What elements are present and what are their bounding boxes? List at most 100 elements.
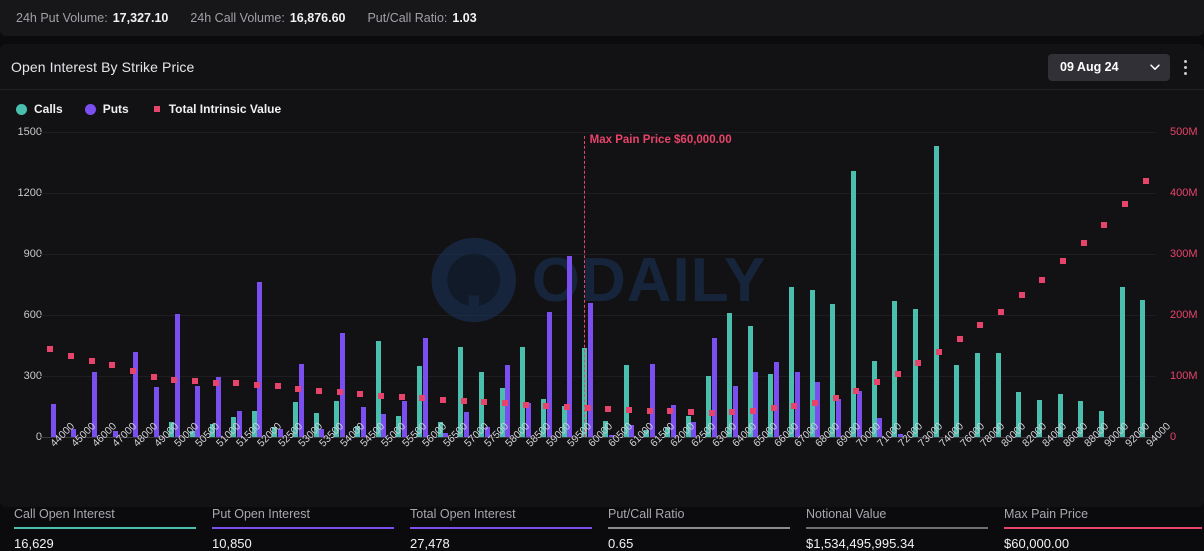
volume-stat-value: 16,876.60 [289,11,346,25]
intrinsic-value-point[interactable] [750,407,756,414]
summary-stat-rule [212,527,394,529]
intrinsic-value-point[interactable] [832,394,839,401]
summary-stat: Total Open Interest 27,478 [396,507,594,551]
chart-legend: Calls Puts Total Intrinsic Value [16,102,303,116]
intrinsic-value-point[interactable] [1018,292,1025,299]
legend-item-total-intrinsic-value[interactable]: Total Intrinsic Value [151,102,281,116]
intrinsic-value-point[interactable] [584,404,591,411]
intrinsic-value-point[interactable] [88,358,95,365]
bar-calls[interactable] [892,301,898,437]
intrinsic-value-point[interactable] [729,409,736,415]
summary-stat-label: Call Open Interest [14,507,115,521]
intrinsic-value-point[interactable] [316,387,322,394]
intrinsic-value-point[interactable] [274,383,281,390]
intrinsic-value-point[interactable] [419,394,426,401]
intrinsic-value-point[interactable] [1122,200,1128,207]
intrinsic-value-point[interactable] [564,404,570,411]
intrinsic-value-point[interactable] [812,399,818,406]
bar-calls[interactable] [933,145,939,437]
legend-item-calls[interactable]: Calls [16,102,63,116]
intrinsic-value-point[interactable] [150,373,157,380]
intrinsic-value-point[interactable] [295,385,302,392]
intrinsic-value-point[interactable] [440,396,446,403]
intrinsic-value-point[interactable] [646,407,653,414]
summary-stat-value: 27,478 [410,536,450,551]
bar-puts[interactable] [257,282,263,437]
intrinsic-value-point[interactable] [192,377,198,384]
bar-puts[interactable] [340,332,346,437]
summary-stat-label: Max Pain Price [1004,507,1089,521]
bar-calls[interactable] [809,289,815,437]
intrinsic-value-point[interactable] [1142,177,1149,184]
intrinsic-value-point[interactable] [1101,221,1108,228]
max-pain-label: Max Pain Price $60,000.00 [589,134,732,146]
bar-puts[interactable] [712,337,718,437]
volume-stat-value: 1.03 [452,11,477,25]
intrinsic-value-point[interactable] [68,352,74,359]
bar-puts[interactable] [546,312,552,437]
intrinsic-value-point[interactable] [791,402,798,409]
bar-puts[interactable] [174,314,180,437]
intrinsic-value-point[interactable] [522,401,529,408]
date-select[interactable]: 09 Aug 24 [1048,53,1170,81]
summary-stat: Notional Value $1,534,495,995.34 [792,507,990,551]
legend-item-puts[interactable]: Puts [84,102,129,116]
bar-calls[interactable] [850,170,856,437]
intrinsic-value-point[interactable] [1039,276,1046,283]
intrinsic-value-point[interactable] [130,368,136,375]
summary-stat-value: 16,629 [14,536,54,551]
intrinsic-value-point[interactable] [956,336,963,343]
summary-stat-rule [608,527,790,529]
intrinsic-value-point[interactable] [336,388,343,395]
y-axis-right-tick: 300M [1170,248,1198,260]
max-pain-line [583,136,585,437]
intrinsic-value-point[interactable] [543,402,550,409]
intrinsic-value-point[interactable] [853,387,860,394]
intrinsic-value-point[interactable] [667,408,674,415]
bar-calls[interactable] [1119,286,1125,437]
header-controls: 09 Aug 24 [1048,44,1196,90]
intrinsic-value-point[interactable] [770,405,777,412]
intrinsic-value-point[interactable] [398,393,405,400]
summary-stat-value: 0.65 [608,536,634,551]
intrinsic-value-point[interactable] [1060,258,1066,265]
summary-stat: Max Pain Price $60,000.00 [990,507,1204,551]
summary-stat-rule [410,527,592,529]
bar-calls[interactable] [912,308,918,437]
intrinsic-value-point[interactable] [688,409,694,415]
intrinsic-value-point[interactable] [233,380,240,387]
bar-calls[interactable] [788,286,794,437]
intrinsic-value-point[interactable] [378,392,384,399]
open-interest-card: Open Interest By Strike Price 09 Aug 24 … [0,44,1204,507]
intrinsic-value-point[interactable] [254,381,260,388]
bar-calls[interactable] [726,312,732,437]
bar-calls[interactable] [830,304,836,437]
intrinsic-value-point[interactable] [212,379,219,386]
intrinsic-value-point[interactable] [109,362,116,369]
intrinsic-value-point[interactable] [915,359,922,366]
intrinsic-value-point[interactable] [874,379,880,386]
bar-calls[interactable] [1140,299,1146,437]
y-axis-right-tick: 500M [1170,126,1198,138]
intrinsic-value-point[interactable] [936,348,942,355]
intrinsic-value-point[interactable] [605,405,612,412]
kebab-menu-icon[interactable] [1174,51,1196,83]
volume-stat-label: 24h Put Volume: [16,11,108,25]
intrinsic-value-point[interactable] [998,308,1004,315]
chevron-down-icon [1148,60,1162,74]
intrinsic-value-point[interactable] [357,390,364,397]
x-axis: 44000 45000 46000 47000 48000 49000 50000 50500… [0,420,1204,507]
intrinsic-value-point[interactable] [708,409,715,416]
intrinsic-value-point[interactable] [47,345,54,352]
intrinsic-value-point[interactable] [481,399,488,406]
intrinsic-value-point[interactable] [977,322,984,329]
bar-puts[interactable] [588,302,594,437]
intrinsic-value-point[interactable] [626,407,632,414]
intrinsic-value-point[interactable] [171,376,178,383]
intrinsic-value-point[interactable] [460,398,467,405]
intrinsic-value-point[interactable] [1080,240,1087,247]
legend-label: Calls [34,102,63,116]
bar-series-container [40,132,1156,437]
intrinsic-value-point[interactable] [502,400,508,407]
intrinsic-value-point[interactable] [894,371,901,378]
